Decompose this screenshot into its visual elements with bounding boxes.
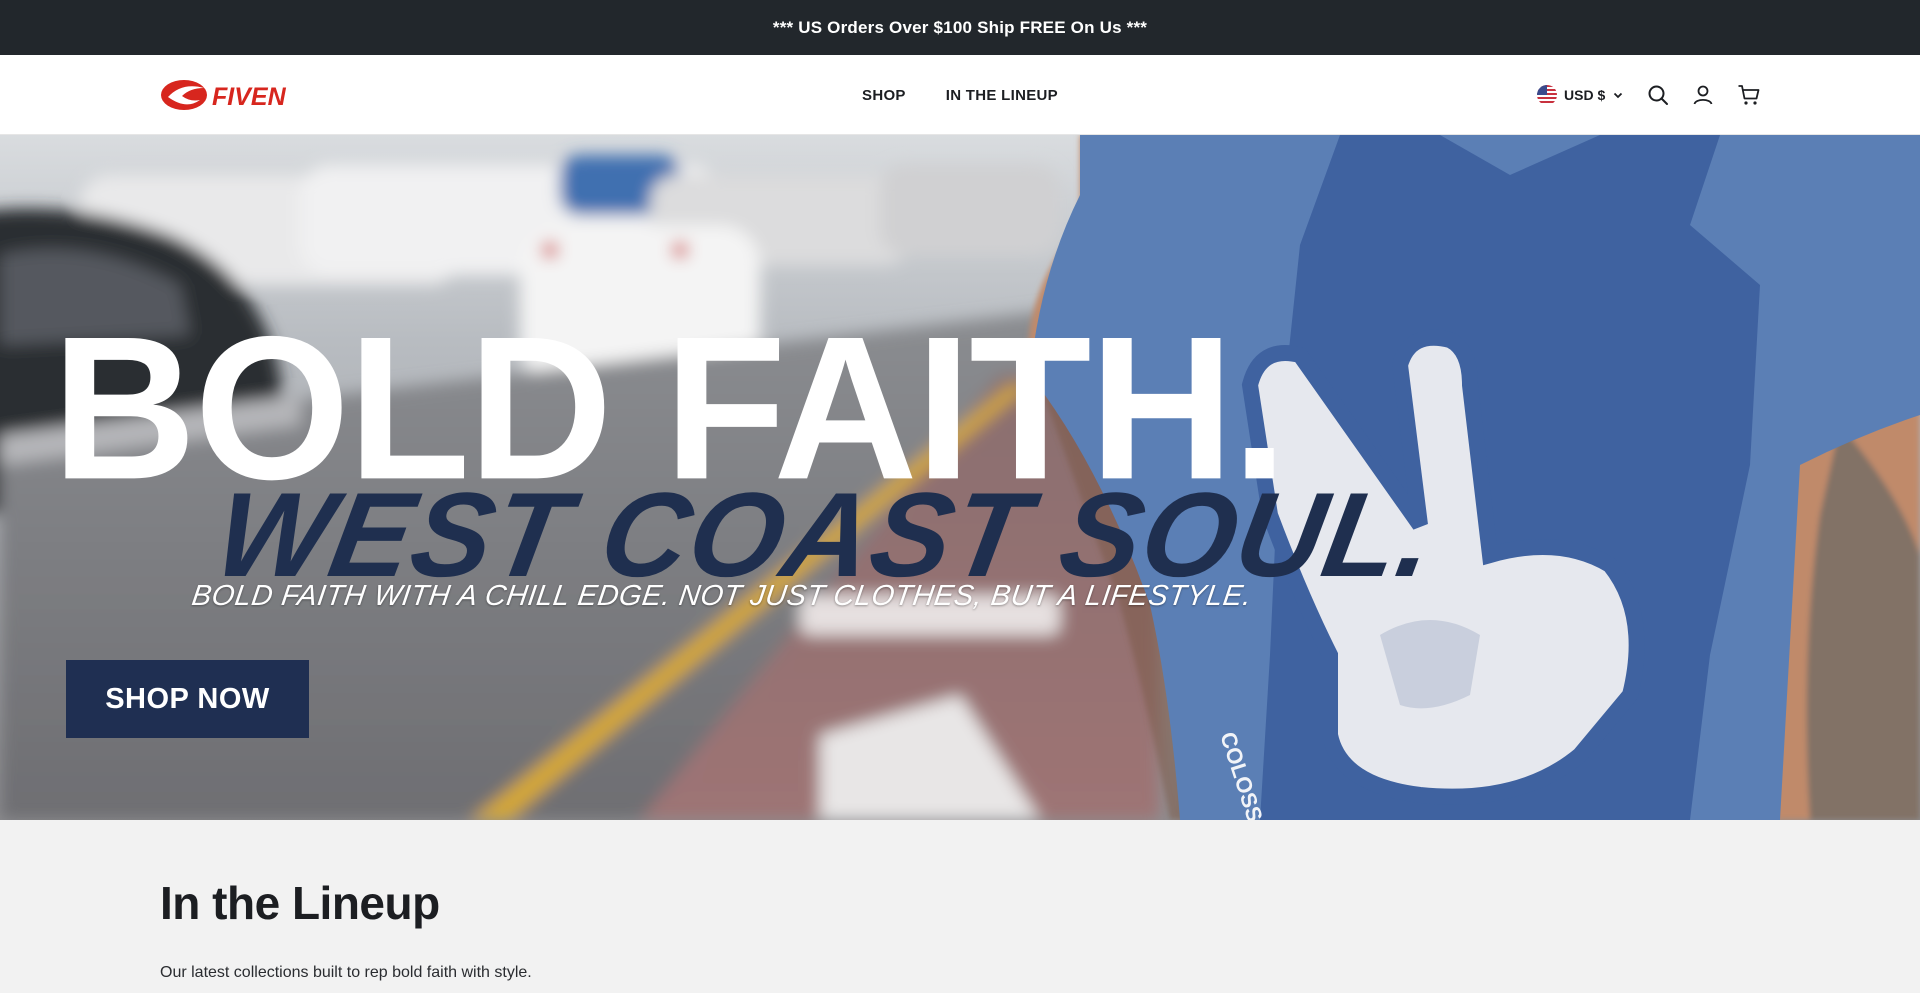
hero-banner: COLOSSIANS 3:15 BOLD FAITH. WEST COAST S… <box>0 135 1920 820</box>
currency-label: USD $ <box>1564 87 1606 103</box>
cart-icon[interactable] <box>1737 83 1761 107</box>
search-icon[interactable] <box>1646 83 1670 107</box>
announcement-bar: *** US Orders Over $100 Ship FREE On Us … <box>0 0 1920 55</box>
nav-in-the-lineup[interactable]: IN THE LINEUP <box>946 87 1058 104</box>
account-icon[interactable] <box>1691 83 1715 107</box>
brand-logo[interactable]: FIVEN <box>160 78 292 112</box>
logo-wordmark: FIVEN <box>212 83 287 111</box>
us-flag-icon <box>1537 85 1557 105</box>
lineup-title: In the Lineup <box>160 877 440 929</box>
lineup-subtitle: Our latest collections built to rep bold… <box>160 964 532 981</box>
hero-tagline: BOLD FAITH WITH A CHILL EDGE. NOT JUST C… <box>189 580 1254 612</box>
nav-shop[interactable]: SHOP <box>862 87 906 104</box>
site-header: FIVEN SHOP IN THE LINEUP USD $ <box>0 55 1920 135</box>
announcement-text: *** US Orders Over $100 Ship FREE On Us … <box>772 17 1148 37</box>
hero-subheadline: WEST COAST SOUL. <box>206 468 1446 602</box>
chevron-down-icon <box>1614 92 1623 99</box>
shop-now-button[interactable]: SHOP NOW <box>66 660 309 738</box>
currency-selector[interactable]: USD $ <box>1537 83 1624 107</box>
